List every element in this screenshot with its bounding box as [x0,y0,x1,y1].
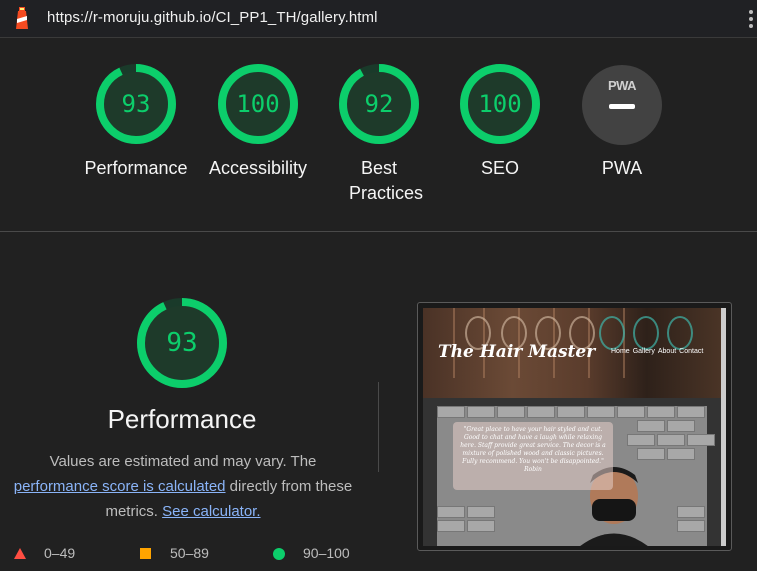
site-nav-item: Home [611,348,630,355]
gauge-label: Best Practices [349,158,424,203]
final-screenshot: The Hair Master Home Gallery About Contact … [423,308,721,546]
square-icon [140,548,151,559]
lighthouse-icon [16,7,28,29]
performance-title: Performance [107,404,257,434]
see-calculator-link[interactable]: See calculator. [162,503,260,520]
site-nav-item: Gallery [632,348,655,355]
legend-range: 50–89 [170,545,209,561]
score-value: 100 [236,90,280,118]
pwa-badge-text: PWA [607,78,637,93]
testimonial-quote: "Great place to have your hair styled an… [453,422,613,490]
triangle-icon [14,548,26,559]
screenshot-content: "Great place to have your hair styled an… [437,406,715,546]
site-title: The Hair Master [438,342,596,362]
score-value: 93 [121,90,151,118]
gauge-seo[interactable]: 100 [460,64,540,144]
legend-range: 90–100 [303,545,350,561]
performance-score-link[interactable]: performance score is calculated [14,478,226,495]
desc-text: Values are estimated and may vary. The [49,453,317,470]
legend-range: 0–49 [44,545,76,561]
screenshot-scrollbar [721,308,726,546]
gauge-accessibility[interactable]: 100 [218,64,298,144]
pwa-dash-icon [609,104,635,109]
top-bar: https://r-moruju.github.io/CI_PP1_TH/gal… [0,0,757,38]
performance-big-gauge: 93 [136,297,228,389]
kebab-menu-icon[interactable] [748,10,754,30]
gauge-label: Accessibility [208,158,308,178]
desc-text: directly from these [225,478,353,495]
score-value: 93 [166,328,198,358]
gauge-best-practices[interactable]: 92 [339,64,419,144]
section-divider [0,231,757,232]
page-url[interactable]: https://r-moruju.github.io/CI_PP1_TH/gal… [47,9,378,26]
screenshot-hero: The Hair Master Home Gallery About Contact [423,308,721,398]
performance-description: Values are estimated and may vary. The p… [6,449,360,524]
circle-icon [273,548,285,560]
site-nav-item: About [657,348,677,355]
vertical-divider [378,382,379,472]
site-nav-item: Contact [679,348,704,355]
desc-text: metrics. [105,503,158,520]
site-nav: Home Gallery About Contact [611,348,706,355]
gauge-performance[interactable]: 93 [96,64,176,144]
score-value: 92 [364,90,394,118]
gauge-label: Performance [84,158,188,178]
score-value: 100 [478,90,522,118]
pwa-badge[interactable]: PWA [582,65,662,145]
gauge-label: SEO [480,158,519,178]
gauge-label: PWA [601,158,643,178]
